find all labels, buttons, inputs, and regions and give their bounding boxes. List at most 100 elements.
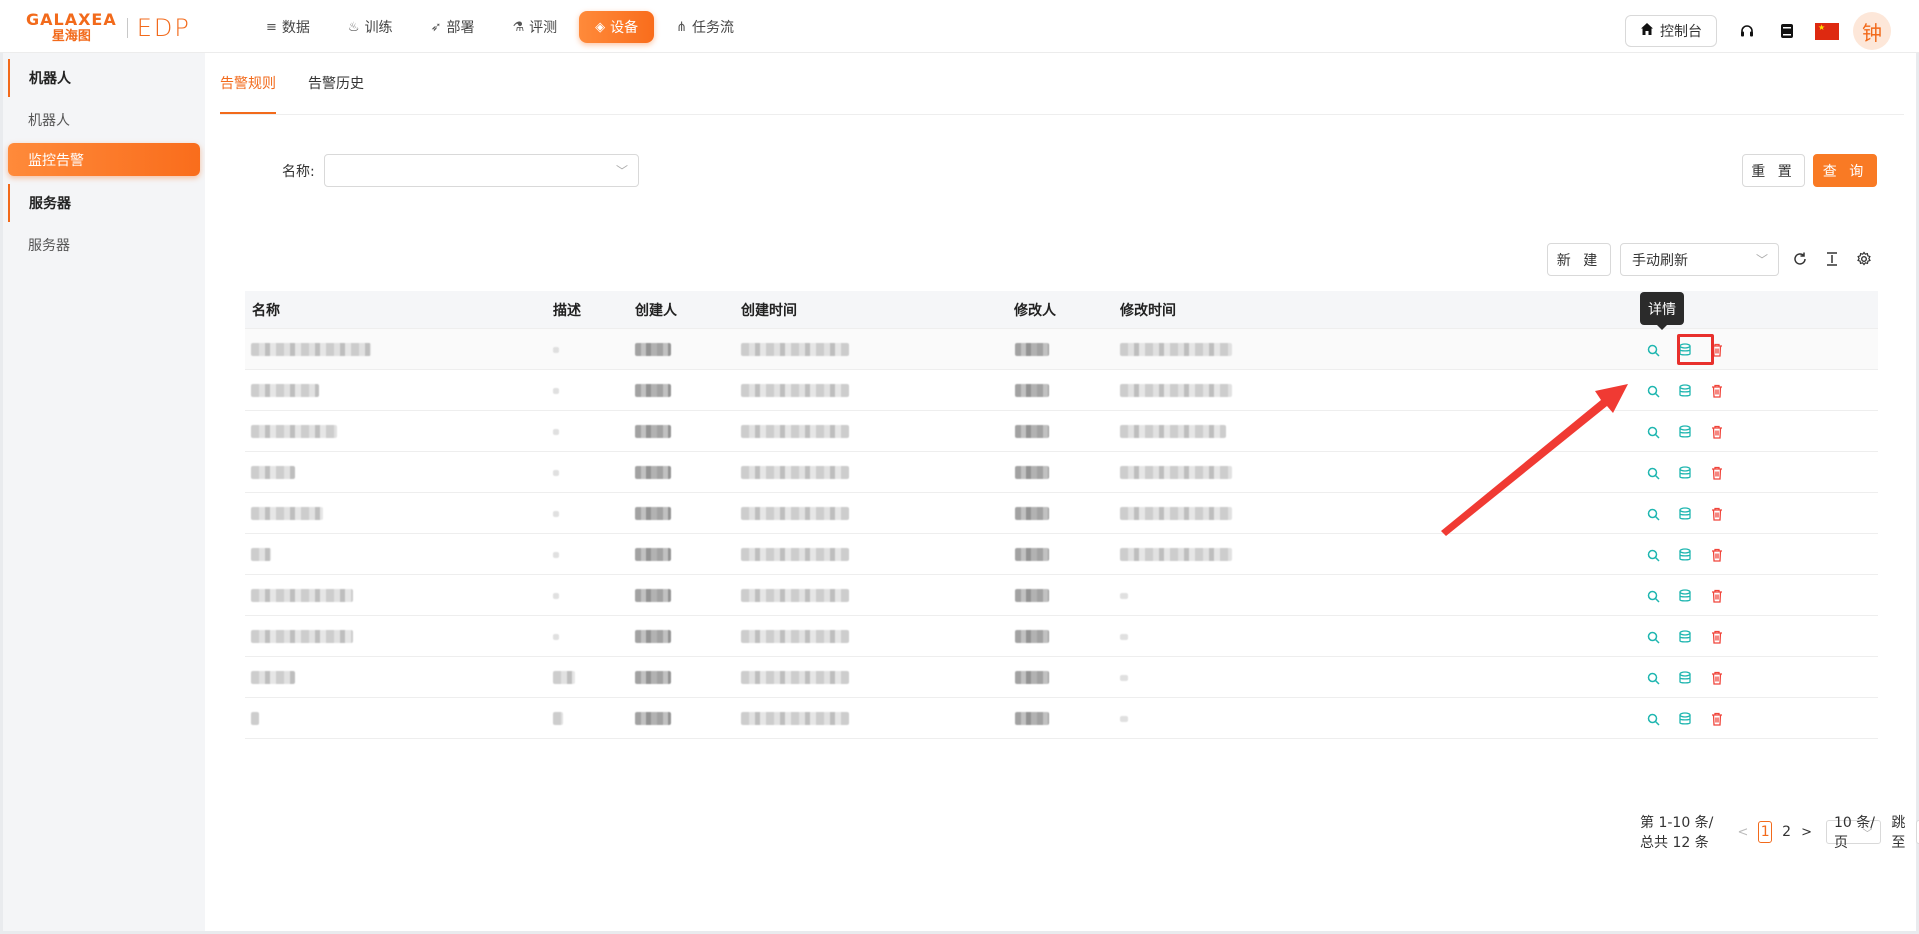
china-flag-icon[interactable]: ★ [1815,22,1839,40]
reset-button[interactable]: 重 置 [1742,154,1805,187]
database-icon[interactable] [1676,382,1694,400]
logo-text: GALAXEA [26,10,117,29]
headset-icon[interactable] [1735,19,1759,43]
view-detail-search-icon[interactable] [1644,505,1662,523]
page-size-select[interactable]: 10 条/页 ﹀ [1825,815,1882,851]
delete-trash-icon[interactable] [1708,669,1726,687]
nav-item-device[interactable]: ◈ 设备 [579,11,655,43]
column-header-description: 描述 [553,302,581,319]
view-detail-search-icon[interactable] [1644,382,1662,400]
column-header-creator: 创建人 [635,302,677,319]
table-row[interactable] [245,534,1878,575]
table-row[interactable] [245,411,1878,452]
query-button[interactable]: 查 询 [1813,154,1877,187]
flow-icon: ⋔ [676,19,688,35]
nav-item-data[interactable]: ≡ 数据 [250,11,326,43]
settings-gear-icon[interactable] [1854,249,1874,269]
nav-label: 设备 [610,20,639,36]
refresh-mode-value: 手动刷新 [1632,252,1688,269]
cell-name [251,630,353,643]
nav-item-train[interactable]: ♨ 训练 [332,11,409,43]
sidebar-item-robot[interactable]: 机器人 [3,101,205,139]
table-row[interactable] [245,657,1878,698]
new-button[interactable]: 新 建 [1547,243,1611,276]
console-button[interactable]: 控制台 [1625,15,1717,47]
database-icon[interactable] [1676,710,1694,728]
refresh-icon[interactable] [1790,249,1810,269]
cell-modifier [1015,630,1049,643]
delete-trash-icon[interactable] [1708,628,1726,646]
table-row[interactable] [245,493,1878,534]
view-detail-search-icon[interactable] [1644,587,1662,605]
nav-label: 数据 [281,20,310,36]
cell-name [251,384,319,397]
tab-alert-history[interactable]: 告警历史 [308,52,364,114]
cell-modifier [1015,425,1049,438]
table-row[interactable] [245,452,1878,493]
database-icon[interactable] [1676,423,1694,441]
table-row[interactable] [245,698,1878,739]
view-detail-search-icon[interactable] [1644,423,1662,441]
cell-description [553,671,575,684]
column-header-created-time: 创建时间 [741,302,797,319]
chevron-right-icon[interactable]: > [1801,825,1812,840]
nav-item-workflow[interactable]: ⋔ 任务流 [660,11,750,43]
cell-name [251,343,371,356]
name-filter-select[interactable]: ﹀ [324,154,639,187]
tab-alert-rules[interactable]: 告警规则 [220,52,276,114]
brand-logo[interactable]: GALAXEA 星海图 EDP [26,10,191,44]
view-detail-search-icon[interactable] [1644,710,1662,728]
nav-label: 训练 [364,20,393,36]
database-icon[interactable] [1676,669,1694,687]
delete-trash-icon[interactable] [1708,382,1726,400]
cell-creator [635,466,671,479]
delete-trash-icon[interactable] [1708,587,1726,605]
header-actions: 控制台 ★ 钟 [1625,12,1891,50]
database-icon[interactable] [1676,628,1694,646]
cell-creator [635,548,671,561]
cell-name [251,671,295,684]
delete-trash-icon[interactable] [1708,423,1726,441]
table-row[interactable] [245,370,1878,411]
cell-modified-time [1120,343,1232,356]
table-body [245,329,1878,739]
column-height-icon[interactable] [1822,249,1842,269]
delete-trash-icon[interactable] [1708,464,1726,482]
cell-created-time [741,507,849,520]
delete-trash-icon[interactable] [1708,505,1726,523]
page-number-1[interactable]: 1 [1758,821,1773,843]
table-row[interactable] [245,575,1878,616]
delete-trash-icon[interactable] [1708,710,1726,728]
nav-item-eval[interactable]: ⚗ 评测 [496,11,573,43]
chevron-left-icon[interactable]: < [1737,825,1748,840]
cell-modified-time [1120,716,1128,722]
pagination-summary: 第 1-10 条/总共 12 条 [1640,815,1714,851]
delete-trash-icon[interactable] [1708,546,1726,564]
book-icon[interactable] [1775,19,1799,43]
database-icon[interactable] [1676,546,1694,564]
page-number-2[interactable]: 2 [1780,821,1793,843]
view-detail-search-icon[interactable] [1644,341,1662,359]
cell-description [553,712,563,725]
view-detail-search-icon[interactable] [1644,464,1662,482]
sidebar-item-server[interactable]: 服务器 [3,226,205,264]
view-detail-search-icon[interactable] [1644,628,1662,646]
cell-modifier [1015,671,1049,684]
table-row[interactable] [245,329,1878,370]
annotation-highlight-box [1677,334,1714,365]
refresh-mode-select[interactable]: 手动刷新 ﹀ [1620,243,1779,276]
database-icon[interactable] [1676,464,1694,482]
main-content: 告警规则 告警历史 名称: ﹀ 重 置 查 询 新 建 手动刷新 ﹀ 名称 描述… [205,52,1919,931]
cell-creator [635,671,671,684]
sidebar-item-monitor-alert[interactable]: 监控告警 [8,143,200,176]
database-icon[interactable] [1676,505,1694,523]
table-row[interactable] [245,616,1878,657]
database-icon[interactable] [1676,587,1694,605]
cell-description [553,347,559,353]
home-icon [1640,22,1654,40]
nav-item-deploy[interactable]: ➶ 部署 [415,11,491,43]
view-detail-search-icon[interactable] [1644,669,1662,687]
column-header-modified-time: 修改时间 [1120,302,1176,319]
view-detail-search-icon[interactable] [1644,546,1662,564]
user-avatar[interactable]: 钟 [1853,12,1891,50]
